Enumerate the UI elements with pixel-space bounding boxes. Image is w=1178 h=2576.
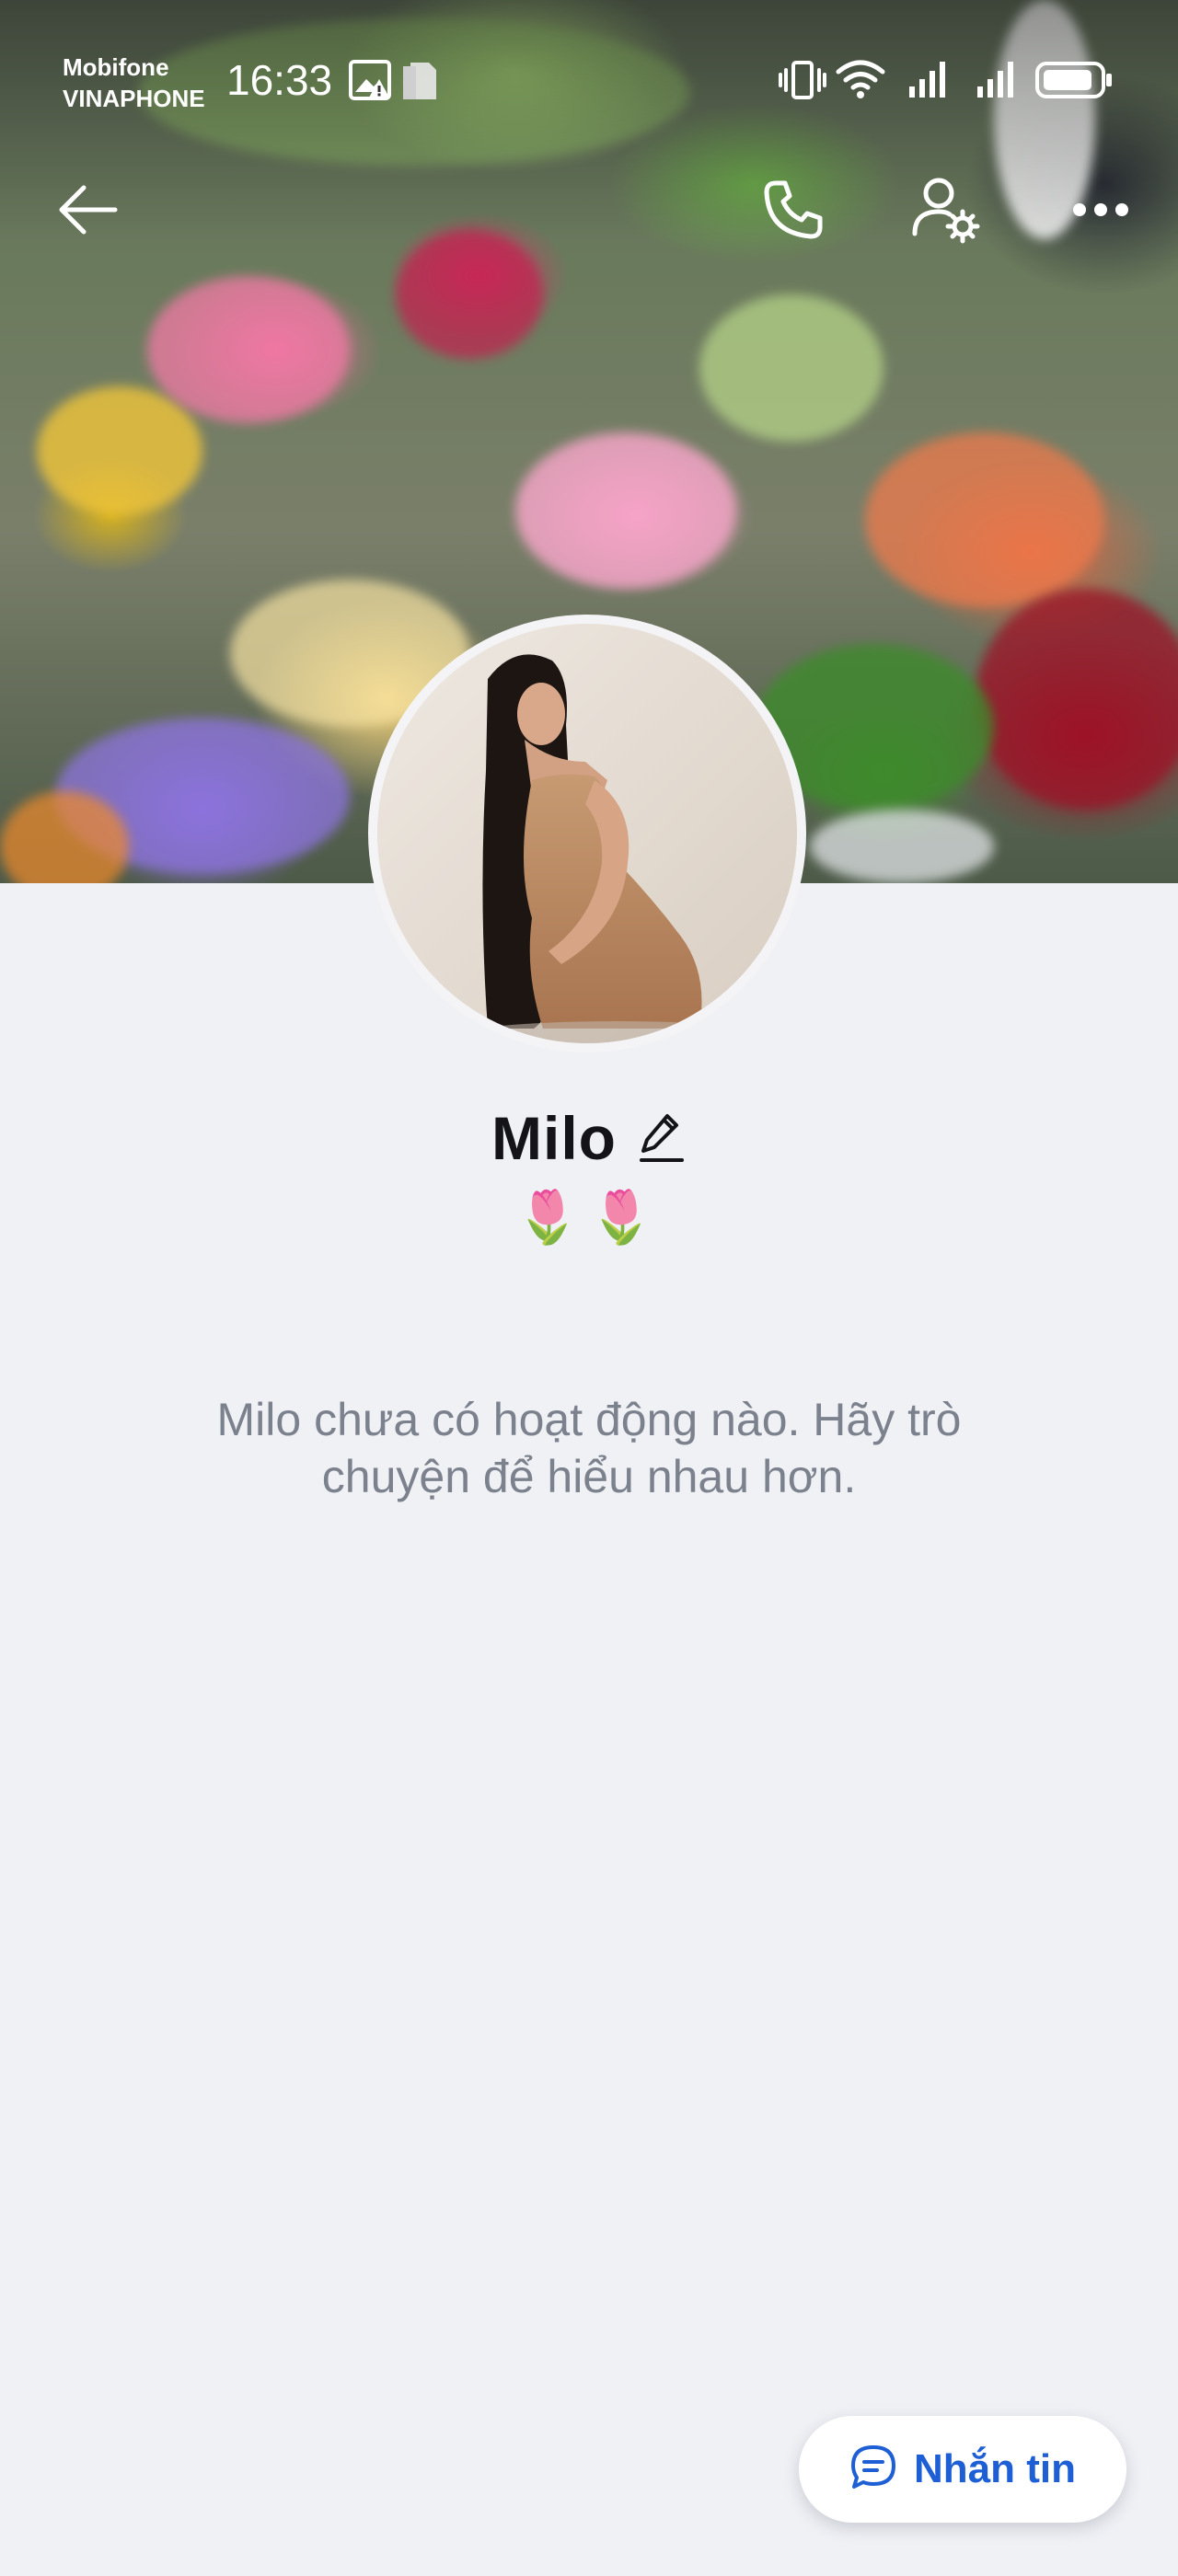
avatar[interactable] [377,624,797,1043]
carrier-2: VINAPHONE [63,85,205,112]
user-settings-icon [911,175,981,249]
more-icon [1071,201,1130,224]
edit-name-button[interactable] [639,1113,687,1162]
carrier-labels: Mobifone VINAPHONE [63,52,205,114]
carrier-1: Mobifone [63,53,169,81]
back-button[interactable] [52,175,125,248]
signal-icon [976,59,1020,104]
pencil-icon [639,1110,686,1167]
profile-screen: Mobifone VINAPHONE 16:33 Milo 🌷🌷 Milo ch… [0,0,1178,2576]
wifi-icon [836,59,885,104]
name-row: Milo [0,1097,1178,1179]
sim-icon [401,61,438,106]
more-button[interactable] [1064,175,1138,248]
empty-activity-message: Milo chưa có hoạt động nào. Hãy trò chuy… [216,1394,962,1502]
alert-icon [368,77,390,104]
battery-icon [1034,61,1114,104]
message-button[interactable]: Nhắn tin [799,2416,1126,2523]
message-button-label: Nhắn tin [914,2446,1076,2491]
clock: 16:33 [226,56,333,104]
signal-icon [907,59,952,104]
profile-bio: 🌷🌷 [515,1188,663,1246]
profile-name: Milo [491,1104,617,1172]
vibrate-icon [779,59,826,106]
profile-settings-button[interactable] [909,175,983,248]
phone-icon [761,178,826,247]
avatar-frame[interactable] [368,615,806,1052]
avatar-photo [377,624,797,1043]
status-bar: Mobifone VINAPHONE 16:33 [0,0,1178,120]
chat-bubble-icon [849,2444,897,2496]
back-arrow-icon [58,184,119,240]
call-button[interactable] [756,175,830,248]
